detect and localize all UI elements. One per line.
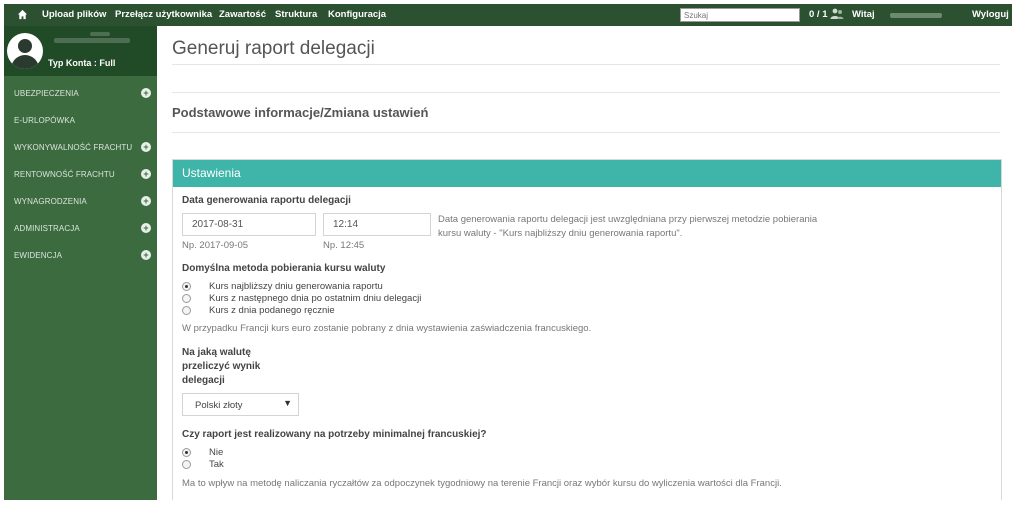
users-icon	[830, 8, 844, 19]
sidebar-item-records[interactable]: EWIDENCJA +	[4, 242, 157, 269]
sidebar-item-e-leave[interactable]: E-URLOPÓWKA	[4, 107, 157, 134]
nav-configuration[interactable]: Konfiguracja	[328, 9, 386, 20]
username-redacted	[890, 13, 942, 18]
settings-panel: Ustawienia Data generowania raportu dele…	[172, 159, 1002, 500]
sidebar-item-label: EWIDENCJA	[14, 251, 63, 260]
report-date-label: Data generowania raportu delegacji	[182, 195, 351, 206]
sidebar-item-insurance[interactable]: UBEZPIECZENIA +	[4, 80, 157, 107]
currency-label-line-2: przeliczyć wynik	[182, 361, 261, 372]
avatar-icon	[7, 33, 43, 69]
date-help-text-line-2: kursu waluty - "Kurs najbliższy dniu gen…	[438, 228, 683, 239]
report-date-input[interactable]: 2017-08-31	[182, 213, 316, 236]
time-format-hint: Np. 12:45	[323, 240, 365, 251]
expand-plus-icon[interactable]: +	[141, 169, 151, 179]
radio-label: Kurs najbliższy dniu generowania raportu	[209, 281, 383, 292]
nav-structure[interactable]: Struktura	[275, 9, 317, 20]
currency-selected-value: Polski złoty	[195, 400, 243, 411]
sidebar-item-label: E-URLOPÓWKA	[14, 116, 76, 125]
currency-label-line-1: Na jaką walutę	[182, 347, 251, 358]
radio-button[interactable]	[182, 294, 191, 303]
user-name-redacted	[54, 38, 130, 43]
sidebar-item-salaries[interactable]: WYNAGRODZENIA +	[4, 188, 157, 215]
sidebar-item-label: WYKONYWALNOŚĆ FRACHTU	[14, 143, 133, 152]
france-rate-note: W przypadku Francji kurs euro zostanie p…	[182, 323, 592, 334]
nav-content[interactable]: Zawartość	[219, 9, 266, 20]
home-icon[interactable]	[17, 9, 28, 20]
radio-label: Tak	[209, 459, 224, 470]
radio-label: Kurs z następnego dnia po ostatnim dniu …	[209, 293, 422, 304]
radio-button-checked[interactable]	[182, 448, 191, 457]
sidebar-item-freight-profitability[interactable]: RENTOWNOŚĆ FRACHTU +	[4, 161, 157, 188]
user-profile: Typ Konta : Full	[4, 26, 157, 76]
exchange-method-label: Domyślna metoda pobierania kursu waluty	[182, 263, 386, 274]
expand-plus-icon[interactable]: +	[141, 88, 151, 98]
expand-plus-icon[interactable]: +	[141, 196, 151, 206]
online-users-counter: 0 / 1	[809, 9, 828, 20]
currency-label-line-3: delegacji	[182, 375, 225, 386]
expand-plus-icon[interactable]: +	[141, 223, 151, 233]
search-input[interactable]	[680, 8, 800, 22]
french-minimum-label: Czy raport jest realizowany na potrzeby …	[182, 429, 487, 440]
nav-upload-files[interactable]: Upload plików	[42, 9, 106, 20]
date-format-hint: Np. 2017-09-05	[182, 240, 249, 251]
user-name-redacted	[90, 32, 110, 36]
sidebar-item-label: WYNAGRODZENIA	[14, 197, 87, 206]
radio-button[interactable]	[182, 460, 191, 469]
nav-switch-user[interactable]: Przełącz użytkownika	[115, 9, 212, 20]
main-content: Generuj raport delegacji Podstawowe info…	[172, 26, 1002, 500]
logout-link[interactable]: Wyloguj	[972, 9, 1009, 20]
divider	[172, 92, 1000, 93]
sidebar-item-label: ADMINISTRACJA	[14, 224, 80, 233]
sidebar-item-administration[interactable]: ADMINISTRACJA +	[4, 215, 157, 242]
account-type-label: Typ Konta : Full	[48, 58, 116, 68]
radio-label: Kurs z dnia podanego ręcznie	[209, 305, 335, 316]
currency-select[interactable]: Polski złoty ▼	[182, 393, 299, 416]
radio-button-checked[interactable]	[182, 282, 191, 291]
sidebar-item-label: UBEZPIECZENIA	[14, 89, 79, 98]
sidebar-item-label: RENTOWNOŚĆ FRACHTU	[14, 170, 115, 179]
greeting-text: Witaj	[852, 9, 875, 20]
dropdown-caret-icon: ▼	[283, 398, 292, 408]
top-navigation-bar: Upload plików Przełącz użytkownika Zawar…	[4, 4, 1012, 26]
sidebar-item-freight-execution[interactable]: WYKONYWALNOŚĆ FRACHTU +	[4, 134, 157, 161]
expand-plus-icon[interactable]: +	[141, 142, 151, 152]
divider	[172, 132, 1000, 133]
radio-button[interactable]	[182, 306, 191, 315]
date-help-text-line-1: Data generowania raportu delegacji jest …	[438, 214, 818, 225]
divider	[172, 64, 1000, 65]
report-time-input[interactable]: 12:14	[323, 213, 431, 236]
radio-label: Nie	[209, 447, 224, 458]
panel-header: Ustawienia	[173, 160, 1001, 187]
sidebar: Typ Konta : Full UBEZPIECZENIA + E-URLOP…	[4, 26, 157, 500]
page-title: Generuj raport delegacji	[172, 38, 375, 59]
french-minimum-note: Ma to wpływ na metodę naliczania ryczałt…	[182, 478, 782, 489]
section-title: Podstawowe informacje/Zmiana ustawień	[172, 105, 429, 120]
expand-plus-icon[interactable]: +	[141, 250, 151, 260]
